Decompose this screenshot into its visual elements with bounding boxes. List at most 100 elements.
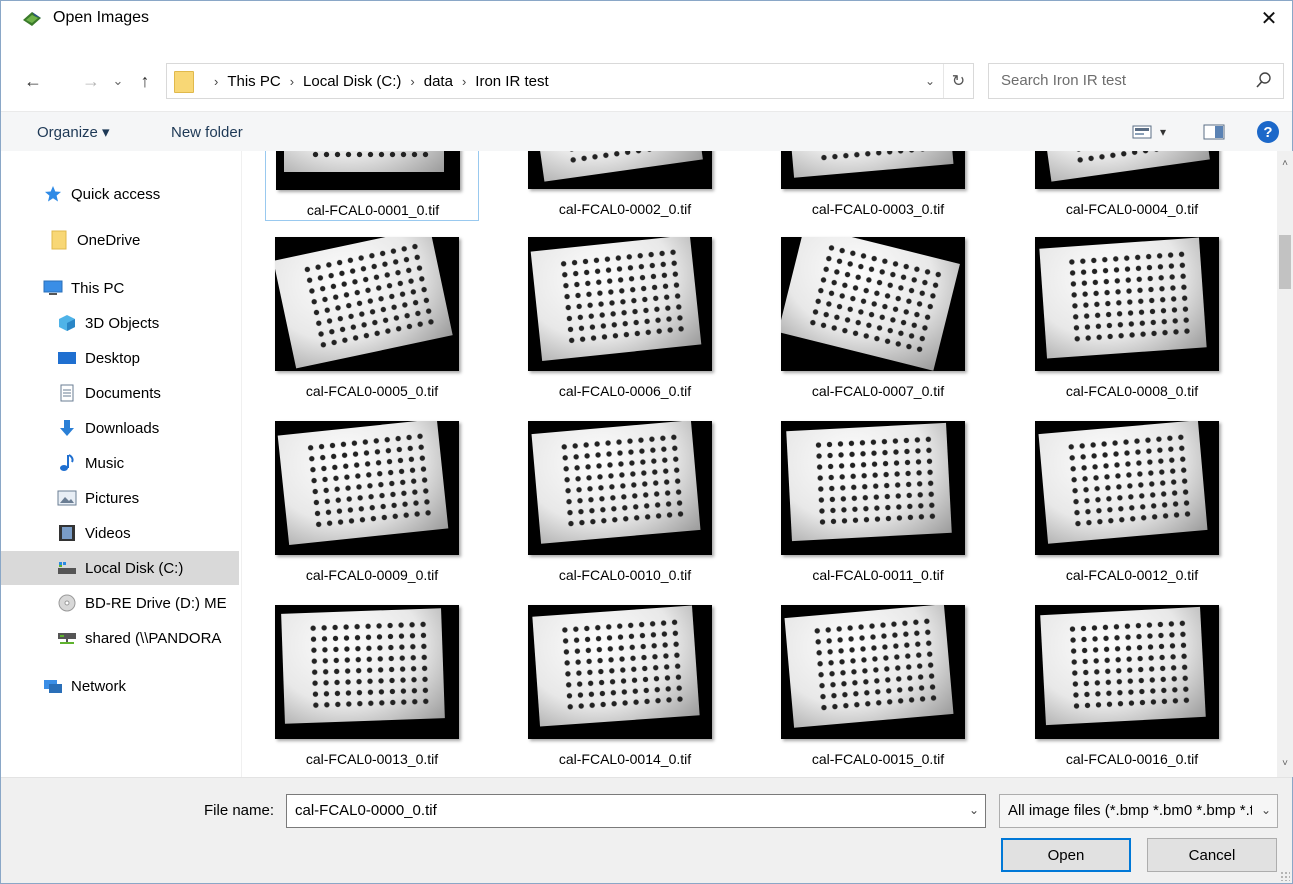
file-tile[interactable]: cal-FCAL0-0013_0.tif	[265, 591, 479, 771]
file-type-value: All image files (*.bmp *.bm0 *.bmp *.tif…	[1008, 802, 1252, 819]
file-thumbnail	[528, 605, 712, 739]
recent-locations-button[interactable]: ⌄	[109, 63, 127, 99]
sidebar-item-music[interactable]: Music	[1, 446, 239, 480]
calibration-dot-grid	[1063, 151, 1195, 167]
file-name-label: cal-FCAL0-0015_0.tif	[811, 751, 945, 767]
file-name-label: cal-FCAL0-0009_0.tif	[305, 567, 439, 583]
calibration-dot-grid	[1065, 248, 1192, 345]
calibration-target-image	[529, 151, 703, 182]
navigation-pane: Quick access OneDrive This PC 3D Objects…	[1, 151, 242, 777]
sidebar-item-quick-access[interactable]: Quick access	[1, 177, 239, 211]
file-tile[interactable]: cal-FCAL0-0002_0.tif	[518, 151, 732, 221]
file-tile[interactable]: cal-FCAL0-0006_0.tif	[518, 223, 732, 403]
help-button[interactable]: ?	[1255, 120, 1281, 144]
breadcrumb-separator[interactable]: ›	[290, 74, 294, 89]
calibration-dot-grid	[557, 246, 687, 347]
organize-button[interactable]: Organize ▾	[37, 112, 110, 152]
address-history-button[interactable]: ⌄	[919, 64, 941, 98]
sidebar-item-network[interactable]: Network	[1, 669, 239, 703]
sidebar-item-downloads[interactable]: Downloads	[1, 411, 239, 445]
help-icon: ?	[1257, 121, 1279, 143]
breadcrumb-separator[interactable]: ›	[410, 74, 414, 89]
vertical-scrollbar[interactable]: ˄ ˅	[1277, 151, 1293, 777]
sidebar-item-onedrive[interactable]: OneDrive	[1, 223, 239, 257]
download-icon	[57, 419, 77, 437]
sidebar-item-pictures[interactable]: Pictures	[1, 481, 239, 515]
sidebar-item-local-disk[interactable]: Local Disk (C:)	[1, 551, 239, 585]
sidebar-item-label: Documents	[85, 384, 161, 402]
up-button[interactable]: ↑	[133, 63, 157, 99]
breadcrumb-iron-ir-test[interactable]: Iron IR test	[475, 73, 548, 90]
file-list: cal-FCAL0-0001_0.tif cal-FCAL0-0002_0.tif…	[243, 151, 1277, 777]
sidebar-item-bd-re-drive[interactable]: BD-RE Drive (D:) ME	[1, 586, 239, 620]
sidebar-item-videos[interactable]: Videos	[1, 516, 239, 550]
breadcrumb-local-disk[interactable]: Local Disk (C:)	[303, 73, 401, 90]
sidebar-item-label: Quick access	[71, 185, 161, 203]
chevron-down-icon[interactable]: ⌄	[969, 803, 979, 817]
forward-button[interactable]: →	[79, 63, 103, 99]
file-thumbnail	[781, 421, 965, 555]
file-name-label: cal-FCAL0-0004_0.tif	[1065, 201, 1199, 217]
address-bar[interactable]: › This PC › Local Disk (C:) › data › Iro…	[166, 63, 974, 99]
file-tile[interactable]: cal-FCAL0-0001_0.tif	[265, 151, 479, 221]
file-name-label: cal-FCAL0-0005_0.tif	[305, 383, 439, 399]
file-thumbnail	[528, 421, 712, 555]
search-icon	[1256, 72, 1271, 88]
window-title: Open Images	[53, 9, 150, 26]
chevron-down-icon: ▾	[1159, 125, 1167, 139]
breadcrumb-this-pc[interactable]: This PC	[227, 73, 280, 90]
resize-grip[interactable]	[1280, 871, 1290, 881]
scroll-up-button[interactable]: ˄	[1277, 155, 1293, 172]
calibration-target-image	[284, 151, 444, 172]
breadcrumb-separator[interactable]: ›	[462, 74, 466, 89]
open-button[interactable]: Open	[1001, 838, 1131, 872]
file-name-field[interactable]: cal-FCAL0-0000_0.tif ⌄	[286, 794, 986, 828]
file-thumbnail	[275, 237, 459, 371]
sidebar-item-label: Downloads	[85, 419, 160, 437]
file-thumbnail	[276, 151, 460, 190]
network-icon	[43, 677, 63, 695]
file-tile[interactable]: cal-FCAL0-0014_0.tif	[518, 591, 732, 771]
sidebar-item-this-pc[interactable]: This PC	[1, 271, 239, 305]
preview-pane-button[interactable]	[1199, 120, 1229, 144]
file-tile[interactable]: cal-FCAL0-0012_0.tif	[1025, 407, 1239, 587]
sidebar-item-documents[interactable]: Documents	[1, 376, 239, 410]
file-tile[interactable]: cal-FCAL0-0004_0.tif	[1025, 151, 1239, 221]
file-tile[interactable]: cal-FCAL0-0003_0.tif	[771, 151, 985, 221]
sidebar-item-label: shared (\\PANDORA	[85, 629, 222, 647]
breadcrumb-data[interactable]: data	[424, 73, 453, 90]
close-button[interactable]: ✕	[1246, 1, 1292, 35]
file-name-label: cal-FCAL0-0016_0.tif	[1065, 751, 1199, 767]
file-tile[interactable]: cal-FCAL0-0008_0.tif	[1025, 223, 1239, 403]
file-tile[interactable]: cal-FCAL0-0009_0.tif	[265, 407, 479, 587]
preview-pane-icon	[1203, 124, 1225, 140]
calibration-target-image	[1040, 606, 1206, 726]
search-input[interactable]: Search Iron IR test	[1001, 72, 1126, 89]
file-type-select[interactable]: All image files (*.bmp *.bm0 *.bmp *.tif…	[999, 794, 1278, 828]
file-thumbnail	[528, 151, 712, 189]
file-tile[interactable]: cal-FCAL0-0010_0.tif	[518, 407, 732, 587]
scroll-down-button[interactable]: ˅	[1277, 755, 1293, 772]
file-tile[interactable]: cal-FCAL0-0015_0.tif	[771, 591, 985, 771]
change-view-button[interactable]: ▾	[1125, 120, 1173, 144]
refresh-button[interactable]: ↻	[943, 64, 973, 98]
file-tile[interactable]: cal-FCAL0-0007_0.tif	[771, 223, 985, 403]
sidebar-item-shared-drive[interactable]: shared (\\PANDORA	[1, 621, 239, 655]
calibration-dot-grid	[300, 240, 437, 352]
file-tile[interactable]: cal-FCAL0-0016_0.tif	[1025, 591, 1239, 771]
calibration-dot-grid	[811, 151, 939, 164]
search-box[interactable]: Search Iron IR test	[988, 63, 1284, 99]
back-button[interactable]: ←	[19, 63, 47, 99]
file-tile[interactable]: cal-FCAL0-0011_0.tif	[771, 407, 985, 587]
file-name-input[interactable]: cal-FCAL0-0000_0.tif	[295, 802, 437, 819]
desktop-icon	[57, 349, 77, 367]
calibration-target-image	[281, 608, 445, 724]
sidebar-item-desktop[interactable]: Desktop	[1, 341, 239, 375]
sidebar-item-3d-objects[interactable]: 3D Objects	[1, 306, 239, 340]
cancel-button[interactable]: Cancel	[1147, 838, 1277, 872]
new-folder-button[interactable]: New folder	[171, 112, 243, 152]
scrollbar-thumb[interactable]	[1279, 235, 1291, 289]
file-tile[interactable]: cal-FCAL0-0005_0.tif	[265, 223, 479, 403]
file-name-label: cal-FCAL0-0011_0.tif	[812, 567, 944, 583]
disk-icon	[57, 559, 77, 577]
